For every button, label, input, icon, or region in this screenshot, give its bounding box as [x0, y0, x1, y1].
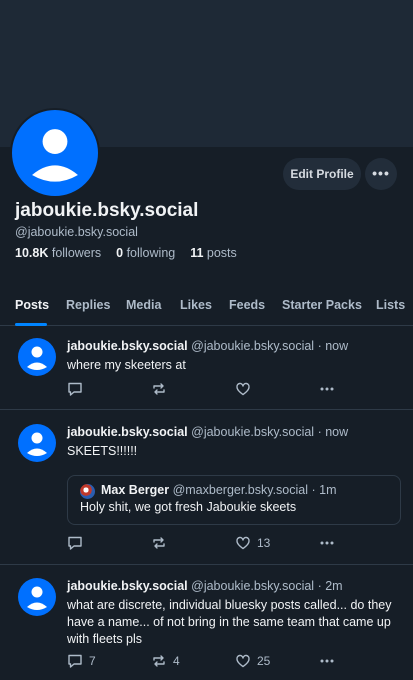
default-avatar-icon — [27, 586, 47, 610]
post-more-button[interactable] — [319, 652, 335, 670]
tab-replies[interactable]: Replies — [66, 298, 110, 312]
reply-icon — [68, 382, 82, 396]
post-more-button[interactable] — [319, 380, 335, 398]
post-header: jaboukie.bsky.social @jaboukie.bsky.soci… — [67, 339, 348, 353]
like-icon — [236, 382, 250, 396]
post-avatar[interactable] — [18, 338, 56, 376]
more-icon — [320, 387, 334, 391]
default-avatar-icon — [27, 432, 47, 456]
quote-author-handle[interactable]: @maxberger.bsky.social — [173, 483, 308, 497]
profile-more-button[interactable]: ••• — [365, 158, 397, 190]
profile-stats: 10.8K followers 0 following 11 posts — [15, 246, 237, 260]
reply-count: 7 — [89, 654, 96, 668]
reply-icon — [68, 536, 82, 550]
default-avatar-icon — [27, 346, 47, 370]
like-button[interactable] — [235, 380, 257, 398]
post-author-name[interactable]: jaboukie.bsky.social — [67, 579, 188, 593]
like-icon — [236, 536, 250, 550]
tab-posts[interactable]: Posts — [15, 298, 49, 312]
post-author-handle[interactable]: @jaboukie.bsky.social — [191, 425, 314, 439]
more-icon — [320, 541, 334, 545]
tab-starter-packs[interactable]: Starter Packs — [282, 298, 362, 312]
tab-feeds[interactable]: Feeds — [229, 298, 265, 312]
post-actions: 13 — [67, 534, 347, 552]
post-header: jaboukie.bsky.social @jaboukie.bsky.soci… — [67, 425, 348, 439]
profile-handle: @jaboukie.bsky.social — [15, 225, 138, 239]
followers-label: followers — [51, 246, 102, 260]
post-avatar[interactable] — [18, 578, 56, 616]
default-avatar-icon — [32, 129, 78, 182]
following-label: following — [126, 246, 176, 260]
post-text: SKEETS!!!!!! — [67, 444, 138, 458]
like-count: 25 — [257, 654, 271, 668]
posts-label: posts — [206, 246, 237, 260]
reply-button[interactable]: 7 — [67, 652, 96, 670]
post-timestamp[interactable]: · now — [318, 425, 349, 439]
more-icon — [320, 659, 334, 663]
followers-count: 10.8K — [15, 246, 49, 260]
posts-count-item: 11 posts — [190, 246, 237, 260]
quote-text: Holy shit, we got fresh Jaboukie skeets — [80, 500, 297, 514]
repost-button[interactable] — [151, 380, 173, 398]
more-icon: ••• — [372, 165, 390, 181]
post-timestamp[interactable]: · now — [318, 339, 349, 353]
repost-button[interactable] — [151, 534, 173, 552]
feed-post[interactable]: jaboukie.bsky.social @jaboukie.bsky.soci… — [0, 326, 413, 410]
reply-button[interactable] — [67, 534, 89, 552]
tab-lists[interactable]: Lists — [376, 298, 405, 312]
like-icon — [236, 654, 250, 668]
following-count: 0 — [116, 246, 124, 260]
repost-icon — [153, 655, 165, 667]
quoted-post[interactable]: Max Berger @maxberger.bsky.social · 1m H… — [67, 475, 401, 525]
quote-timestamp: · 1m — [311, 483, 337, 497]
repost-icon — [153, 537, 165, 549]
post-text: where my skeeters at — [67, 358, 186, 372]
post-more-button[interactable] — [319, 534, 335, 552]
profile-avatar[interactable] — [10, 108, 100, 198]
tab-likes[interactable]: Likes — [180, 298, 212, 312]
repost-count: 4 — [173, 654, 180, 668]
tab-media[interactable]: Media — [126, 298, 161, 312]
posts-count: 11 — [190, 246, 204, 260]
reply-icon — [68, 654, 82, 668]
like-button[interactable]: 13 — [235, 534, 270, 552]
repost-icon — [153, 383, 165, 395]
reply-button[interactable] — [67, 380, 89, 398]
following-link[interactable]: 0 following — [116, 246, 175, 260]
quote-author-avatar[interactable] — [80, 484, 95, 499]
feed-post[interactable]: jaboukie.bsky.social @jaboukie.bsky.soci… — [0, 565, 413, 680]
post-header: jaboukie.bsky.social @jaboukie.bsky.soci… — [67, 579, 343, 593]
post-actions: 7 4 25 — [67, 652, 347, 670]
post-author-handle[interactable]: @jaboukie.bsky.social — [191, 579, 314, 593]
repost-button[interactable]: 4 — [151, 652, 180, 670]
post-timestamp[interactable]: · 2m — [318, 579, 343, 593]
post-avatar[interactable] — [18, 424, 56, 462]
like-button[interactable]: 25 — [235, 652, 270, 670]
post-text: what are discrete, individual bluesky po… — [67, 598, 392, 646]
like-count: 13 — [257, 536, 271, 550]
followers-link[interactable]: 10.8K followers — [15, 246, 101, 260]
post-author-handle[interactable]: @jaboukie.bsky.social — [191, 339, 314, 353]
post-actions — [67, 380, 347, 398]
edit-profile-button[interactable]: Edit Profile — [283, 158, 361, 190]
post-author-name[interactable]: jaboukie.bsky.social — [67, 425, 188, 439]
profile-tabs: Posts Replies Media Likes Feeds Starter … — [0, 290, 413, 326]
quote-header: Max Berger @maxberger.bsky.social · 1m — [101, 483, 337, 497]
quote-author-name[interactable]: Max Berger — [101, 483, 169, 497]
post-author-name[interactable]: jaboukie.bsky.social — [67, 339, 188, 353]
profile-display-name: jaboukie.bsky.social — [15, 200, 199, 221]
